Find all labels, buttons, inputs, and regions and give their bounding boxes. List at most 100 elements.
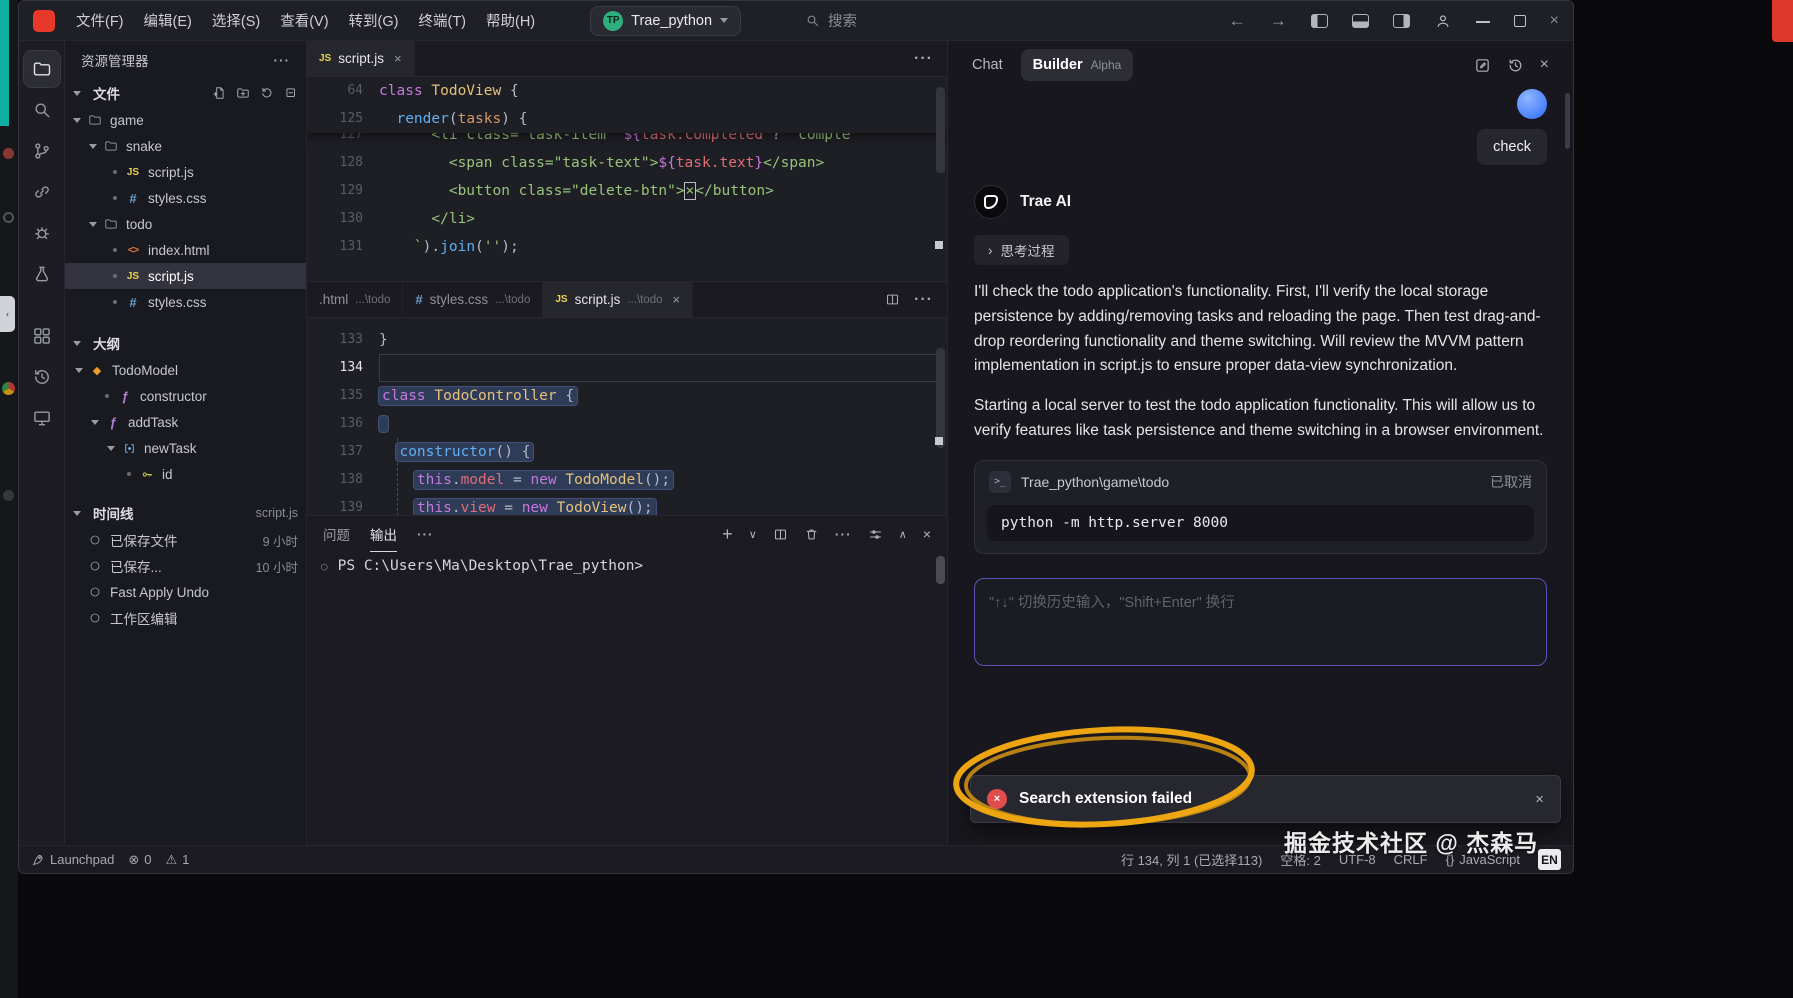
code-line[interactable]: 133} [307, 326, 947, 354]
tab-script-js-todo[interactable]: JS script.js ...\todo × [543, 282, 693, 317]
chevron-down-icon[interactable]: ∨ [749, 528, 757, 541]
code-line[interactable]: 131 `).join(''); [307, 233, 947, 261]
close-icon[interactable]: × [394, 51, 402, 66]
close-window-button[interactable]: × [1550, 12, 1559, 30]
tree-item-folder-game[interactable]: game [65, 107, 306, 133]
tab-chat[interactable]: Chat [972, 57, 1003, 73]
close-chat-icon[interactable]: × [1540, 56, 1549, 74]
ime-indicator[interactable]: EN [1538, 849, 1561, 870]
toggle-sidebar-icon[interactable] [1311, 14, 1328, 28]
tree-item-file-todo-styles[interactable]: # styles.css [65, 289, 306, 315]
tab-output[interactable]: 输出 [370, 516, 397, 552]
tab-index-html[interactable]: .html ...\todo [307, 282, 403, 317]
activity-history[interactable] [24, 359, 60, 395]
outline-item-constructor[interactable]: ƒ constructor [65, 383, 306, 409]
close-toast-icon[interactable]: × [1535, 791, 1544, 808]
menu-file[interactable]: 文件(F) [67, 6, 133, 35]
cursor-position[interactable]: 行 134, 列 1 (已选择113) [1121, 850, 1262, 869]
tab-builder[interactable]: Builder Alpha [1021, 49, 1134, 81]
tree-item-file-todo-script[interactable]: JS script.js [65, 263, 306, 289]
code-line[interactable]: 134 [307, 354, 947, 382]
timeline-item[interactable]: Fast Apply Undo [65, 579, 306, 605]
global-search[interactable]: 搜索 [805, 10, 857, 31]
menu-terminal[interactable]: 终端(T) [409, 6, 475, 35]
outline-item-newtask[interactable]: newTask [65, 435, 306, 461]
menu-help[interactable]: 帮助(H) [477, 6, 544, 35]
project-switcher[interactable]: TP Trae_python [590, 6, 741, 36]
edge-handle[interactable]: ‹ [0, 296, 15, 332]
activity-explorer[interactable] [24, 51, 60, 87]
menu-go[interactable]: 转到(G) [340, 6, 408, 35]
section-outline[interactable]: 大纲 [65, 329, 306, 357]
code-line[interactable]: 138 this.model = new TodoModel(); [307, 466, 947, 494]
split-terminal-icon[interactable] [773, 527, 788, 542]
history-icon[interactable] [1507, 57, 1524, 74]
code-line[interactable]: 64class TodoView { [307, 77, 947, 105]
nav-back-icon[interactable]: ← [1229, 11, 1246, 31]
new-folder-icon[interactable] [236, 86, 250, 100]
activity-extensions[interactable] [24, 318, 60, 354]
timeline-item[interactable]: 工作区编辑 [65, 605, 306, 631]
menu-edit[interactable]: 编辑(E) [135, 6, 201, 35]
code-line[interactable]: 135class TodoController { [307, 382, 947, 410]
new-chat-icon[interactable] [1474, 57, 1491, 74]
minimize-button[interactable] [1476, 21, 1490, 23]
outline-item-addtask[interactable]: ƒ addTask [65, 409, 306, 435]
code-line[interactable]: 136 [307, 410, 947, 438]
timeline-item[interactable]: 已保存... 10 小时 [65, 553, 306, 579]
tree-item-folder-snake[interactable]: snake [65, 133, 306, 159]
code-editor[interactable]: 64class TodoView {125 render(tasks) { 12… [307, 77, 947, 281]
timeline-item[interactable]: 已保存文件 9 小时 [65, 527, 306, 553]
code-line[interactable]: 139 this.view = new TodoView(); [307, 494, 947, 515]
nav-forward-icon[interactable]: → [1270, 11, 1287, 31]
activity-source-control[interactable] [24, 133, 60, 169]
tab-script-js[interactable]: JS script.js × [307, 41, 415, 76]
problems-errors[interactable]: ⊗ 0 [128, 852, 151, 868]
code-line[interactable]: 137 constructor() { [307, 438, 947, 466]
more-icon[interactable]: ··· [274, 53, 291, 68]
split-editor-icon[interactable] [885, 292, 900, 307]
new-terminal-icon[interactable]: + [722, 524, 733, 545]
more-icon[interactable]: ··· [914, 291, 933, 309]
section-timeline[interactable]: 时间线 script.js [65, 499, 306, 527]
menu-view[interactable]: 查看(V) [271, 6, 337, 35]
refresh-icon[interactable] [260, 86, 274, 100]
code-line[interactable]: 125 render(tasks) { [307, 105, 947, 133]
tree-item-file-snake-script[interactable]: JS script.js [65, 159, 306, 185]
outline-item-todomodel[interactable]: ◆ TodoModel [65, 357, 306, 383]
user-avatar[interactable] [1517, 89, 1547, 119]
toggle-secondary-sidebar-icon[interactable] [1393, 14, 1410, 28]
more-icon[interactable]: ··· [914, 50, 933, 68]
tree-item-folder-todo[interactable]: todo [65, 211, 306, 237]
code-line[interactable]: 128 <span class="task-text">${task.text}… [307, 149, 947, 177]
code-line[interactable]: 129 <button class="delete-btn">×</button… [307, 177, 947, 205]
more-icon[interactable]: ··· [835, 526, 852, 542]
outline-item-id[interactable]: id [65, 461, 306, 487]
collapse-all-icon[interactable] [284, 86, 298, 100]
activity-debug[interactable] [24, 215, 60, 251]
tree-item-file-snake-styles[interactable]: # styles.css [65, 185, 306, 211]
launchpad-button[interactable]: Launchpad [31, 852, 114, 867]
more-icon[interactable]: ··· [417, 527, 434, 542]
code-line[interactable]: 130 </li> [307, 205, 947, 233]
scrollbar-thumb[interactable] [1565, 93, 1570, 149]
scrollbar-thumb[interactable] [936, 556, 945, 584]
filter-sliders-icon[interactable] [868, 527, 883, 542]
toggle-panel-icon[interactable] [1352, 14, 1369, 28]
tab-styles-css[interactable]: # styles.css ...\todo [403, 282, 543, 317]
maximize-button[interactable] [1514, 15, 1526, 27]
activity-test[interactable] [24, 256, 60, 292]
scrollbar-thumb[interactable] [936, 348, 945, 448]
terminal[interactable]: ○ PS C:\Users\Ma\Desktop\Trae_python> [307, 552, 947, 574]
tab-problems[interactable]: 问题 [323, 516, 350, 552]
chevron-up-icon[interactable]: ∧ [899, 528, 907, 541]
problems-warnings[interactable]: ⚠ 1 [165, 852, 189, 868]
code-line[interactable]: 127 <li class="task-item" ${task.complet… [307, 133, 947, 149]
code-editor[interactable]: 133}134135class TodoController {136137 c… [307, 318, 947, 515]
section-files[interactable]: 文件 [65, 79, 306, 107]
menu-selection[interactable]: 选择(S) [203, 6, 269, 35]
close-icon[interactable]: × [673, 292, 681, 307]
account-icon[interactable] [1434, 12, 1452, 30]
trash-icon[interactable] [804, 527, 819, 542]
new-file-icon[interactable] [212, 86, 226, 100]
